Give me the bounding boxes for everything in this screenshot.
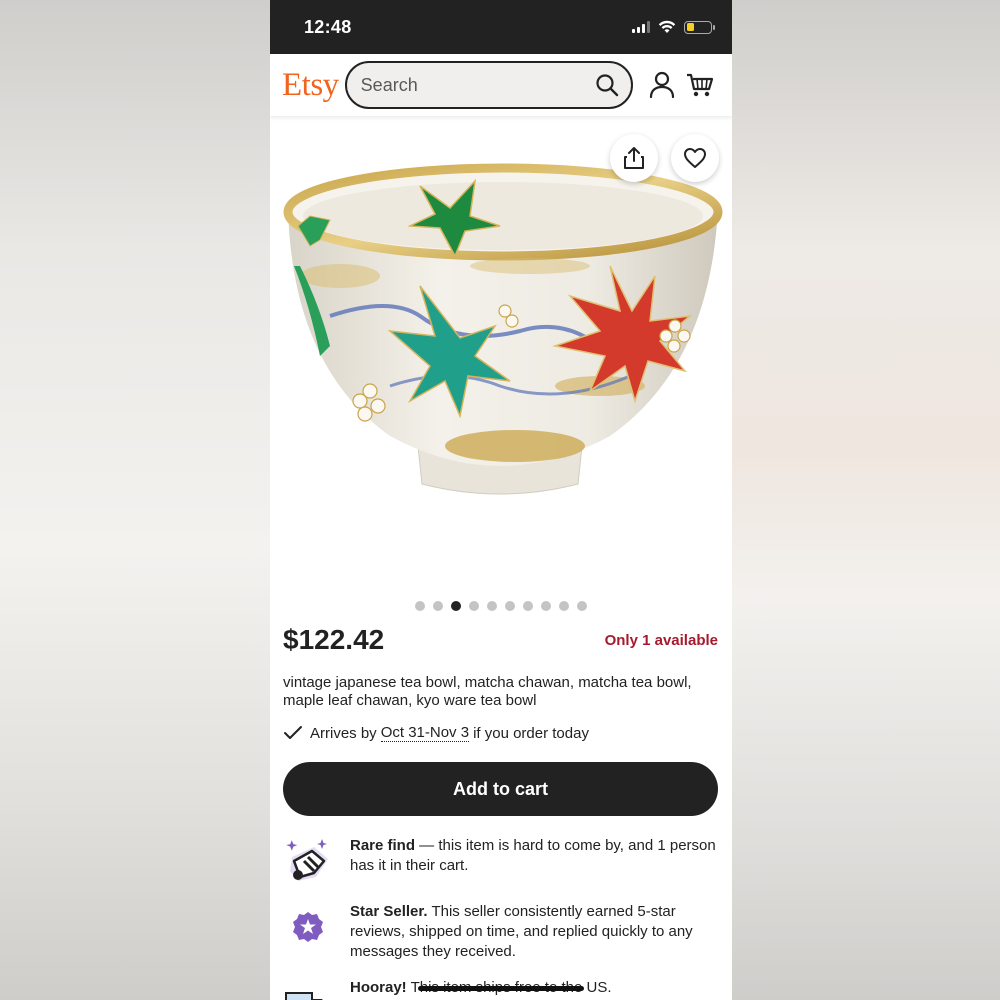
highlight-star-seller: Star Seller. This seller consistently ea…	[283, 902, 718, 962]
price-row: $122.42 Only 1 available	[283, 624, 718, 656]
status-bar: 12:48	[270, 0, 732, 54]
status-time: 12:48	[304, 16, 352, 37]
product-image	[283, 163, 723, 495]
delivery-estimate: Arrives by Oct 31-Nov 3 if you order tod…	[283, 724, 718, 742]
availability-badge: Only 1 available	[604, 631, 718, 649]
etsy-logo[interactable]: Etsy	[282, 67, 339, 104]
favorite-heart-icon	[684, 148, 706, 168]
add-to-cart-button[interactable]: Add to cart	[283, 762, 718, 816]
cart-button[interactable]	[683, 68, 717, 102]
cart-icon	[686, 73, 713, 97]
phone-screen: 12:48 Etsy Search $122.42 Only 1 availab…	[270, 0, 732, 1000]
background-blur-right	[732, 0, 1000, 1000]
background-blur-left	[0, 0, 270, 1000]
arrives-suffix: if you order today	[473, 724, 589, 742]
pagination-dot[interactable]	[451, 601, 461, 611]
pagination-dot[interactable]	[415, 601, 425, 611]
pagination-dot[interactable]	[433, 601, 443, 611]
pagination-dot[interactable]	[469, 601, 479, 611]
checkmark-icon	[284, 726, 302, 739]
share-icon	[624, 147, 644, 169]
search-input[interactable]: Search	[344, 61, 633, 109]
pagination-dot[interactable]	[559, 601, 569, 611]
account-icon	[649, 71, 674, 99]
search-placeholder: Search	[360, 74, 418, 95]
star-seller-badge-icon	[283, 902, 333, 952]
status-icons	[632, 20, 715, 34]
pagination-dot[interactable]	[577, 601, 587, 611]
price: $122.42	[283, 624, 385, 655]
rare-find-icon	[283, 836, 333, 886]
home-indicator[interactable]	[418, 986, 584, 991]
star-seller-text: Star Seller. This seller consistently ea…	[350, 903, 693, 960]
pagination-dot[interactable]	[523, 601, 533, 611]
pagination-dot[interactable]	[487, 601, 497, 611]
pagination-dot[interactable]	[505, 601, 515, 611]
shipping-truck-icon	[283, 978, 333, 1000]
cellular-signal-icon	[632, 21, 650, 33]
rare-find-text: Rare find — this item is hard to come by…	[350, 837, 716, 874]
wifi-icon	[658, 20, 676, 33]
image-pagination-dots[interactable]	[270, 600, 732, 612]
product-image-gallery[interactable]	[270, 116, 732, 596]
battery-icon	[684, 20, 715, 34]
app-header: Etsy Search	[270, 54, 732, 116]
search-icon[interactable]	[595, 73, 619, 97]
arrives-date-link[interactable]: Oct 31-Nov 3	[380, 724, 470, 742]
account-button[interactable]	[645, 68, 679, 102]
pagination-dot[interactable]	[541, 601, 551, 611]
favorite-button[interactable]	[671, 134, 719, 182]
listing-title: vintage japanese tea bowl, matcha chawan…	[283, 674, 692, 709]
listing-details: $122.42 Only 1 available vintage japanes…	[270, 624, 732, 1000]
arrives-prefix: Arrives by	[310, 724, 377, 742]
share-button[interactable]	[610, 134, 658, 182]
highlight-rare-find: Rare find — this item is hard to come by…	[283, 836, 718, 886]
